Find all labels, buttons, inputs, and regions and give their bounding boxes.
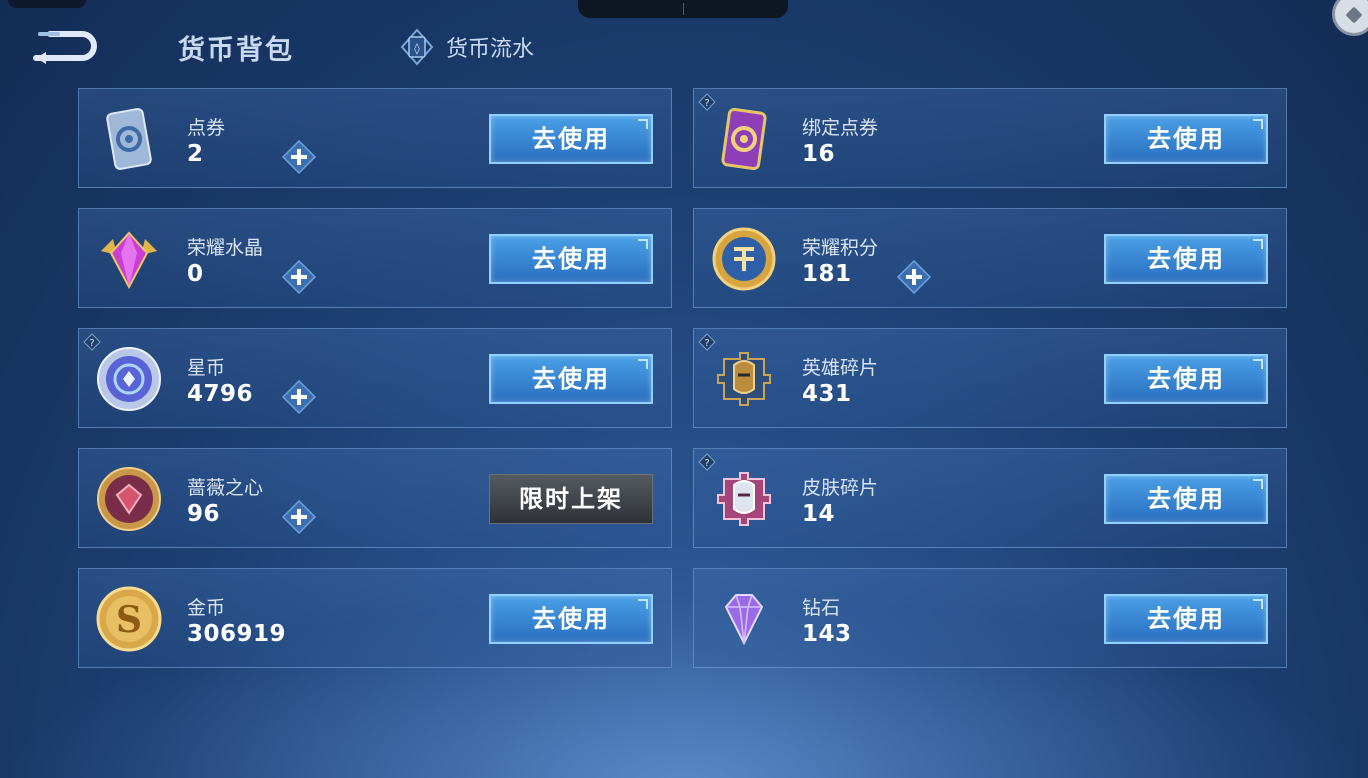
currency-amount: 96 [187,501,221,527]
flow-tab-label: 货币流水 [446,37,535,62]
currency-card-skin-shard: ? 皮肤碎片 14 去使用 [693,448,1287,548]
currency-amount: 181 [802,261,852,287]
currency-amount: 0 [187,261,204,287]
use-points-ticket-button[interactable]: 去使用 [489,114,653,164]
currency-amount: 16 [802,141,836,167]
svg-text:S: S [116,599,142,641]
svg-text:◊: ◊ [414,42,420,55]
use-skin-shard-button[interactable]: 去使用 [1104,474,1268,524]
add-honor-points-button[interactable] [896,259,932,295]
ticket-icon [106,108,152,170]
currency-amount: 2 [187,141,204,167]
add-star-coin-button[interactable] [281,379,317,415]
flow-tab-icon: ◊ [400,28,434,66]
currency-card-crystal: 荣耀水晶 0 去使用 [78,208,672,308]
currency-amount: 306919 [187,621,287,647]
currency-card-hero-shard: ? 英雄碎片 431 去使用 [693,328,1287,428]
currency-name: 钻石 [802,597,841,619]
svg-text:?: ? [704,458,709,469]
back-arrow-icon[interactable] [30,26,102,66]
bound-ticket-icon [721,107,767,171]
honor-points-icon [712,227,776,291]
add-crystal-button[interactable] [281,259,317,295]
use-diamond-button[interactable]: 去使用 [1104,594,1268,644]
use-hero-shard-button[interactable]: 去使用 [1104,354,1268,404]
currency-card-rose-heart: 蔷薇之心 96 限时上架 [78,448,672,548]
svg-text:?: ? [704,338,709,349]
svg-text:?: ? [89,338,94,349]
currency-name: 荣耀水晶 [187,237,264,259]
currency-card-honor-points: 荣耀积分 181 去使用 [693,208,1287,308]
use-bound-ticket-button[interactable]: 去使用 [1104,114,1268,164]
currency-amount: 431 [802,381,852,407]
currency-amount: 4796 [187,381,254,407]
rose-heart-icon [97,467,161,531]
add-points-ticket-button[interactable] [281,139,317,175]
crystal-icon [101,231,157,290]
tab-currency-flow[interactable]: ◊ 货币流水 [400,28,534,66]
currency-name: 绑定点券 [802,117,879,139]
skin-shard-icon [717,472,771,526]
currency-name: 蔷薇之心 [187,477,264,499]
currency-name: 荣耀积分 [802,237,879,259]
currency-amount: 14 [802,501,836,527]
currency-card-points-ticket: 点券 2 去使用 [78,88,672,188]
svg-text:?: ? [704,98,709,109]
limited-time-label: 限时上架 [489,474,653,524]
currency-card-gold-coin: S 金币 306919 去使用 [78,568,672,668]
use-gold-coin-button[interactable]: 去使用 [489,594,653,644]
currency-amount: 143 [802,621,852,647]
page-title: 货币背包 [178,35,294,66]
star-coin-icon [97,347,161,411]
currency-card-bound-ticket: ? 绑定点券 16 去使用 [693,88,1287,188]
add-rose-heart-button[interactable] [281,499,317,535]
currency-card-diamond: 钻石 143 去使用 [693,568,1287,668]
currency-name: 金币 [187,597,226,619]
settings-corner-button[interactable] [1332,0,1368,36]
currency-name: 皮肤碎片 [802,477,879,499]
toolbar-divider [682,3,684,15]
currency-name: 英雄碎片 [802,357,879,379]
currency-name: 星币 [187,357,226,379]
gold-coin-icon: S [96,586,162,652]
use-crystal-button[interactable]: 去使用 [489,234,653,284]
currency-name: 点券 [187,117,226,139]
use-honor-points-button[interactable]: 去使用 [1104,234,1268,284]
top-left-tab[interactable] [8,0,86,8]
top-toolbar-pill[interactable] [578,0,788,18]
diamond-icon [724,594,764,646]
currency-card-star-coin: ? 星币 4796 去使用 [78,328,672,428]
use-star-coin-button[interactable]: 去使用 [489,354,653,404]
hero-shard-icon [717,352,771,406]
